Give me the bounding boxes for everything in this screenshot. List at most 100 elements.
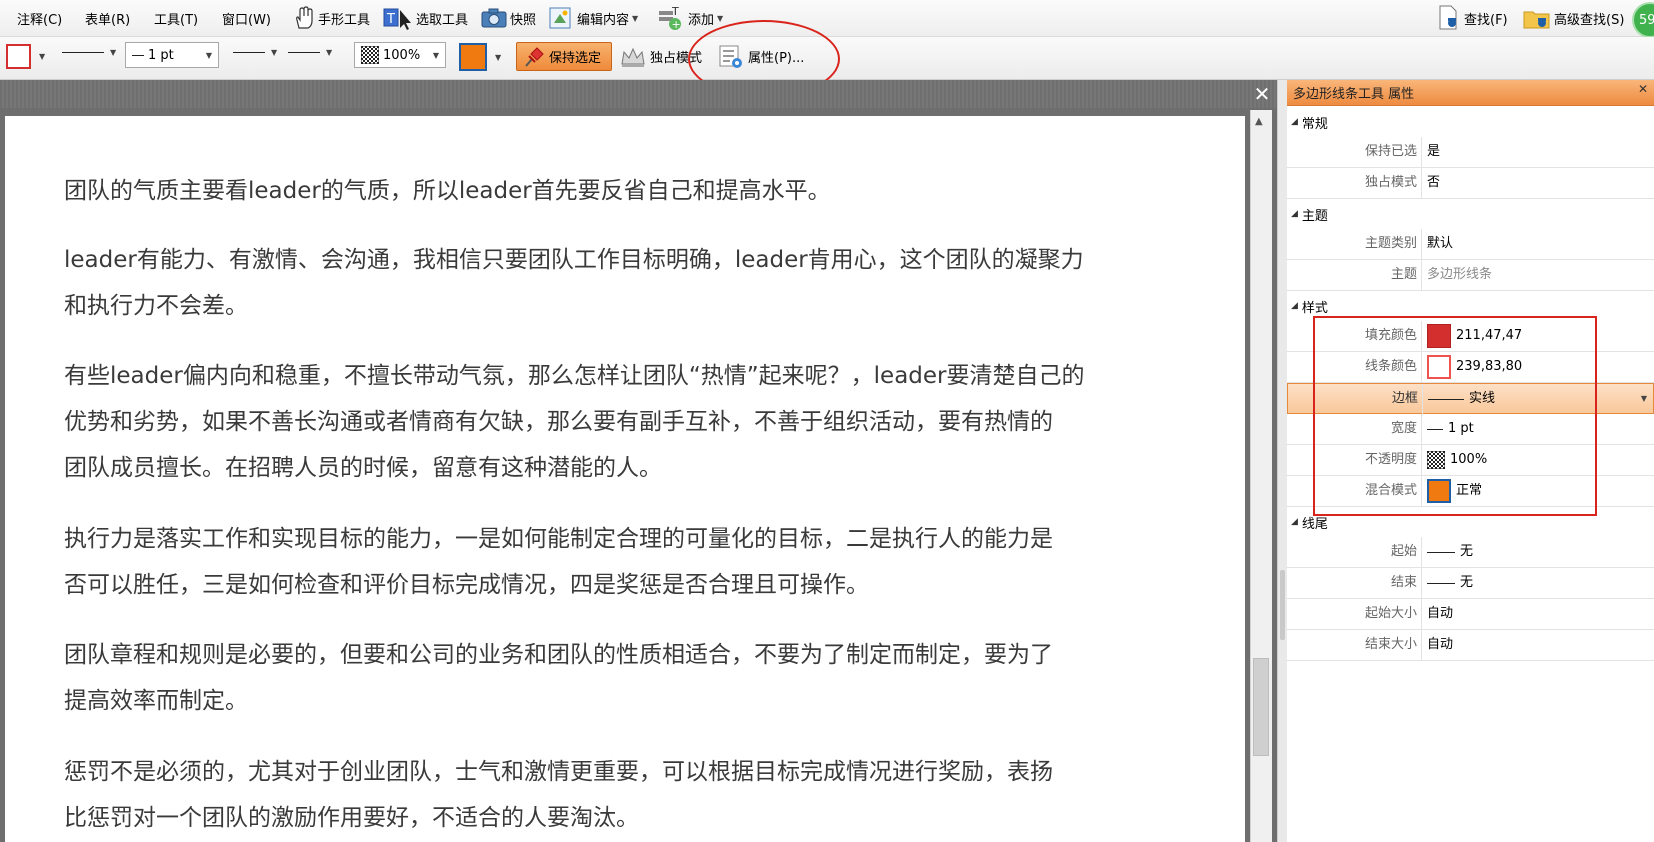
edit-content-button[interactable]: 编辑内容 ▼ [548,4,638,32]
prop-row-width[interactable]: 宽度 1 pt [1287,414,1654,445]
add-label: 添加 [688,12,715,28]
prop-label: 结束大小 [1364,637,1417,652]
prop-value: 1 pt [1448,421,1474,436]
chevron-down-icon[interactable]: ▼ [271,48,277,57]
camera-icon [481,8,507,28]
prop-row-fill-color[interactable]: 填充颜色 211,47,47 [1287,321,1654,352]
prop-value: 自动 [1427,606,1454,621]
exclusive-mode-button[interactable]: 独占模式 [620,42,702,71]
checkerboard-icon [361,46,379,64]
prop-label: 混合模式 [1364,483,1417,498]
close-icon[interactable]: ✕ [1250,82,1274,106]
properties-panel: 多边形线条工具 属性 ✕ ◢ 常规 保持已选是 独占模式否 ◢ 主题 主题类别 默认 … [1287,80,1654,842]
chevron-down-icon[interactable]: ▼ [39,52,45,61]
line-start-picker[interactable]: ▼ [233,48,277,57]
chevron-down-icon[interactable]: ▼ [1641,394,1647,403]
menu-bar: 注释(C) 表单(R) 工具(T) 窗口(W) 手形工具 T 选取工具 快照 编… [0,0,1654,37]
prop-row-theme-category[interactable]: 主题类别 默认 [1287,229,1654,260]
fill-color-swatch [1427,324,1451,348]
prop-row-exclusive[interactable]: 独占模式否 [1287,168,1654,199]
menu-tools[interactable]: 工具(T) [154,9,198,28]
advanced-find-button[interactable]: 高级查找(S) [1523,4,1624,32]
fill-color-picker[interactable]: ▼ [459,43,501,71]
prop-value: 211,47,47 [1456,328,1523,343]
splitter-grip[interactable] [1280,570,1285,640]
scrollbar-thumb[interactable] [1253,658,1269,756]
chevron-down-icon[interactable]: ▼ [110,48,116,57]
line-width-select[interactable]: 1 pt ▼ [125,42,219,68]
prop-row-opacity[interactable]: 不透明度 100% [1287,445,1654,476]
hand-tool-button[interactable]: 手形工具 [293,4,370,32]
menu-form[interactable]: 表单(R) [85,9,130,28]
prop-value: 100% [1450,452,1488,467]
line-end-picker[interactable]: ▼ [288,48,332,57]
select-tool-button[interactable]: T 选取工具 [383,4,468,32]
paragraph-line: 否可以胜任，三是如何检查和评价目标完成情况，四是奖惩是否合理且可操作。 [64,572,869,598]
blend-mode-swatch [1427,479,1451,503]
section-line-end[interactable]: ◢ 线尾 [1287,507,1654,537]
line-start-icon [1427,551,1455,553]
paragraph-line: 团队成员擅长。在招聘人员的时候，留意有这种潜能的人。 [64,455,662,481]
line-style-picker[interactable]: ▼ [62,48,116,57]
chevron-down-icon[interactable]: ▼ [433,51,439,60]
vertical-scrollbar[interactable]: ▲ [1250,110,1272,842]
prop-label: 线条颜色 [1364,359,1417,374]
menu-window[interactable]: 窗口(W) [222,9,271,28]
find-button[interactable]: 查找(F) [1437,4,1508,32]
prop-row-theme[interactable]: 主题 多边形线条 [1287,260,1654,291]
prop-row-end[interactable]: 结束 无 [1287,568,1654,599]
prop-row-start-size[interactable]: 起始大小 自动 [1287,599,1654,630]
prop-row-border[interactable]: 边框 实线 ▼ [1287,383,1654,414]
menu-annotate[interactable]: 注释(C) [17,9,62,28]
section-theme[interactable]: ◢ 主题 [1287,199,1654,229]
document-tab-strip [0,80,1277,108]
add-button[interactable]: T + 添加 ▼ [657,4,723,32]
collapse-triangle-icon[interactable]: ◢ [1291,117,1298,127]
paragraph-line: 比惩罚对一个团队的激励作用要好，不适合的人要淘汰。 [64,805,639,831]
prop-row-keep-selected[interactable]: 保持已选是 [1287,137,1654,168]
paragraph-line: 有些leader偏内向和稳重，不擅长带动气氛，那么怎样让团队“热情”起来呢？，l… [64,363,1085,389]
border-color-picker[interactable]: ▼ [6,44,45,69]
prop-row-blend[interactable]: 混合模式 正常 [1287,476,1654,507]
line-end-icon [1427,582,1455,584]
collapse-triangle-icon[interactable]: ◢ [1291,301,1298,311]
opacity-select[interactable]: 100% ▼ [354,42,446,68]
select-tool-label: 选取工具 [416,12,469,28]
snapshot-button[interactable]: 快照 [481,4,536,32]
properties-button[interactable]: 属性(P)... [718,42,804,71]
properties-label: 属性(P)... [748,51,805,66]
scroll-up-icon[interactable]: ▲ [1255,116,1263,127]
properties-panel-title: 多边形线条工具 属性 [1293,87,1415,102]
chevron-down-icon[interactable]: ▼ [206,51,212,60]
chevron-down-icon[interactable]: ▼ [326,48,332,57]
keep-selected-label: 保持选定 [549,51,602,66]
chevron-down-icon[interactable]: ▼ [632,14,638,23]
collapse-triangle-icon[interactable]: ◢ [1291,209,1298,219]
prop-label: 边框 [1391,391,1418,406]
exclusive-mode-label: 独占模式 [650,51,703,66]
paragraph-5: 团队章程和规则是必要的，但要和公司的业务和团队的性质相适合，不要为了制定而制定，… [64,632,1194,724]
prop-value: 是 [1427,144,1441,159]
prop-row-start[interactable]: 起始 无 [1287,537,1654,568]
text-select-icon: T [383,8,411,30]
collapse-triangle-icon[interactable]: ◢ [1291,517,1298,527]
prop-row-line-color[interactable]: 线条颜色 239,83,80 [1287,352,1654,383]
paragraph-3: 有些leader偏内向和稳重，不擅长带动气氛，那么怎样让团队“热情”起来呢？，l… [64,353,1194,491]
keep-selected-button[interactable]: 保持选定 [516,42,612,71]
prop-label: 起始大小 [1364,606,1417,621]
prop-label: 主题 [1390,267,1417,282]
prop-label: 宽度 [1390,421,1417,436]
prop-row-end-size[interactable]: 结束大小 自动 [1287,630,1654,661]
chevron-down-icon[interactable]: ▼ [495,53,501,62]
find-label: 查找(F) [1464,12,1508,28]
prop-value: 多边形线条 [1427,267,1493,282]
prop-label: 不透明度 [1364,452,1417,467]
paragraph-line: 和执行力不会差。 [64,293,248,319]
find-icon [1439,5,1457,30]
close-icon[interactable]: ✕ [1638,82,1648,96]
section-general[interactable]: ◢ 常规 [1287,107,1654,137]
chevron-down-icon[interactable]: ▼ [717,14,723,23]
prop-label: 主题类别 [1364,236,1417,251]
section-style[interactable]: ◢ 样式 [1287,291,1654,321]
avatar-badge: 59 [1639,12,1654,28]
